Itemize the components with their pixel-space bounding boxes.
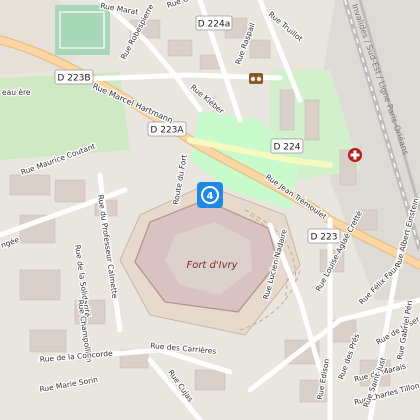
- svg-text:D 223A: D 223A: [150, 126, 184, 136]
- fort-label: Fort d'Ivry: [186, 260, 238, 271]
- route-shield-d223: D 223: [307, 228, 341, 244]
- route-shield-d223b: D 223B: [54, 69, 94, 85]
- viewpoint-icon[interactable]: [249, 73, 263, 84]
- bus-stop-icon[interactable]: 4: [197, 182, 223, 208]
- svg-text:D 224: D 224: [274, 143, 301, 153]
- park-label-partial: eau ère: [2, 88, 31, 97]
- route-shield-d223a: D 223A: [147, 121, 187, 137]
- route-shield-d224: D 224: [270, 138, 304, 154]
- svg-text:D 223B: D 223B: [57, 74, 90, 84]
- map-canvas[interactable]: D 223B D 223A D 224a D 224 D 223 Rue Mar…: [0, 0, 420, 420]
- svg-text:D 223: D 223: [311, 233, 338, 243]
- hospital-icon[interactable]: [348, 148, 362, 162]
- bus-stop-number: 4: [207, 191, 214, 202]
- svg-text:D 224a: D 224a: [198, 20, 230, 30]
- route-shield-d224a: D 224a: [195, 15, 233, 31]
